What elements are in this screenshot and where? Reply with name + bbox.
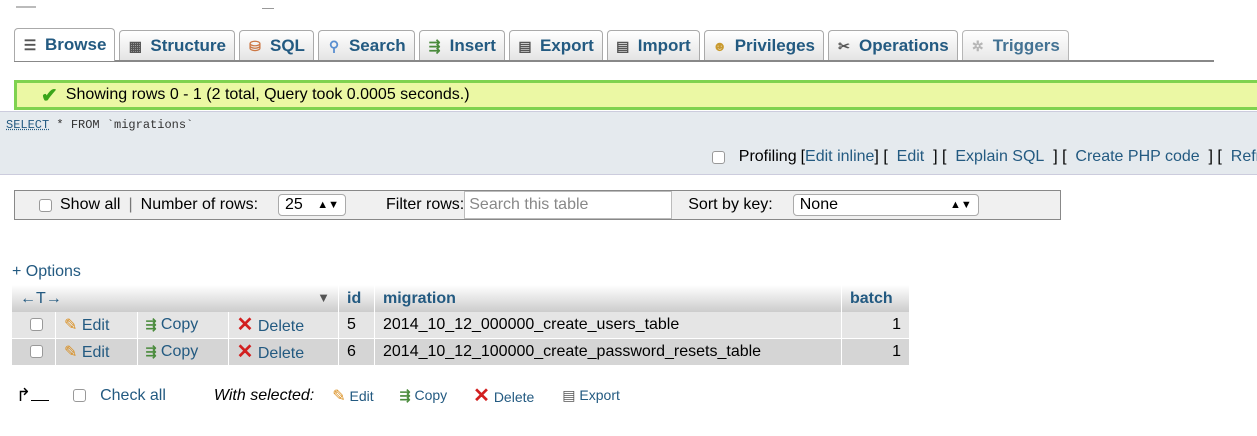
insert-icon: ⇶ [428,37,441,54]
tab-insert[interactable]: ⇶ Insert [418,30,505,60]
sort-by-key-label: Sort by key: [688,196,773,213]
navigation-bar: Show all | Number of rows: 25 ▲▼ Filter r… [14,190,1061,220]
results-table: ←T→ ▼ id migration batch ✎ Edit ⇶ Copy ✕… [12,285,910,366]
tab-operations[interactable]: ✂ Operations [828,30,958,60]
column-move-header: ←T→ ▼ [12,285,339,312]
pencil-icon: ✎ [64,344,78,361]
table-row: ✎ Edit ⇶ Copy ✕ Delete 5 2014_10_12_0000… [12,312,910,339]
options-link[interactable]: + Options [12,263,81,281]
sql-keyword-select[interactable]: SELECT [6,118,49,132]
pencil-icon: ✎ [332,387,346,405]
profiling-checkbox[interactable] [711,150,725,164]
edit-query-link[interactable]: Edit [897,148,925,166]
select-arrows-icon: ▲▼ [949,199,972,211]
tab-import[interactable]: ▤ Import [606,30,700,60]
sql-query-box: SELECT * FROM `migrations` Profiling [Ed… [0,111,1257,175]
sort-by-key-select[interactable]: None ▲▼ [792,194,979,216]
cell-batch[interactable]: 1 [842,312,910,339]
triggers-icon: ✲ [971,37,984,54]
table-row: ✎ Edit ⇶ Copy ✕ Delete 6 2014_10_12_1000… [12,339,910,366]
tab-bar: ☰ Browse ▦ Structure ⛁ SQL ⚲ Search ⇶ Insert … [14,28,1214,62]
filter-rows-input[interactable]: Search this table [464,191,673,219]
row-checkbox[interactable] [30,345,43,359]
rows-per-page-select[interactable]: 25 ▲▼ [278,194,347,216]
row-checkbox[interactable] [30,318,43,332]
status-text: Showing rows 0 - 1 (2 total, Query took … [65,86,470,103]
cell-migration[interactable]: 2014_10_12_100000_create_password_resets… [375,339,842,366]
row-delete-link[interactable]: ✕ Delete [228,339,339,366]
rows-label: Number of rows: [140,196,259,213]
cell-migration[interactable]: 2014_10_12_000000_create_users_table [375,312,842,339]
column-arrows-icon[interactable]: ←T→ [20,290,62,307]
explain-sql-link[interactable]: Explain SQL [955,148,1044,166]
browse-icon: ☰ [23,37,37,53]
column-header-migration[interactable]: migration [375,285,842,312]
arrow-up-icon: ↱ [16,385,32,405]
checkmark-icon: ✔ [41,84,58,107]
cell-id[interactable]: 5 [339,312,375,339]
sql-query-text: SELECT * FROM `migrations` [6,118,194,132]
select-arrows-icon: ▲▼ [317,199,340,211]
cell-id[interactable]: 6 [339,339,375,366]
bulk-export-button[interactable]: ▤ Export [562,387,620,404]
operations-icon: ✂ [838,37,850,54]
row-delete-link[interactable]: ✕ Delete [228,312,339,339]
tab-triggers[interactable]: ✲ Triggers [961,30,1069,60]
sql-icon: ⛁ [249,37,261,54]
show-all-checkbox[interactable] [39,198,52,212]
tab-search[interactable]: ⚲ Search [317,30,415,60]
delete-icon: ✕ [473,384,490,407]
delete-icon: ✕ [236,313,254,336]
window-edge [262,8,274,9]
bulk-edit-button[interactable]: ✎ Edit [332,386,373,406]
pencil-icon: ✎ [64,317,78,334]
import-icon: ▤ [616,37,630,54]
tab-privileges[interactable]: ☻ Privileges [703,30,825,60]
column-header-batch[interactable]: batch [842,285,910,312]
show-all-label: Show all [60,196,121,213]
check-all-checkbox[interactable] [73,389,87,402]
bulk-delete-button[interactable]: ✕ Delete [473,386,534,406]
row-edit-link[interactable]: ✎ Edit [56,339,138,366]
privileges-icon: ☻ [712,37,728,54]
bulk-copy-button[interactable]: ⇶ Copy [400,387,447,404]
success-message: ✔ Showing rows 0 - 1 (2 total, Query too… [14,80,1257,110]
copy-icon: ⇶ [145,344,157,359]
tab-sql[interactable]: ⛁ SQL [239,30,314,60]
tab-browse[interactable]: ☰ Browse [14,28,116,61]
refresh-link[interactable]: Refr [1231,148,1257,166]
structure-icon: ▦ [128,37,143,54]
row-edit-link[interactable]: ✎ Edit [56,312,138,339]
cell-batch[interactable]: 1 [842,339,910,366]
bulk-actions-bar: ↱ Check all With selected: ✎ Edit ⇶ Copy… [16,385,620,406]
column-header-id[interactable]: id [339,285,375,312]
export-icon: ▤ [518,37,532,54]
copy-icon: ⇶ [145,317,157,332]
delete-icon: ✕ [236,340,254,363]
edit-inline-link[interactable]: Edit inline [805,148,874,166]
check-all-link[interactable]: Check all [100,387,166,405]
window-edge [16,6,36,8]
copy-icon: ⇶ [399,388,411,403]
tab-export[interactable]: ▤ Export [508,30,603,60]
row-copy-link[interactable]: ⇶ Copy [137,339,229,366]
with-selected-label: With selected: [213,386,315,404]
tab-structure[interactable]: ▦ Structure [119,30,235,60]
search-icon: ⚲ [328,37,340,54]
profiling-label: Profiling [738,148,797,165]
create-php-code-link[interactable]: Create PHP code [1075,148,1199,166]
row-copy-link[interactable]: ⇶ Copy [137,312,229,339]
sql-actions: Profiling [Edit inline] [ Edit ] [ Expla… [711,148,1257,166]
export-icon: ▤ [562,387,576,403]
filter-rows-label: Filter rows: [386,196,465,213]
sort-dropdown-icon[interactable]: ▼ [317,290,330,305]
